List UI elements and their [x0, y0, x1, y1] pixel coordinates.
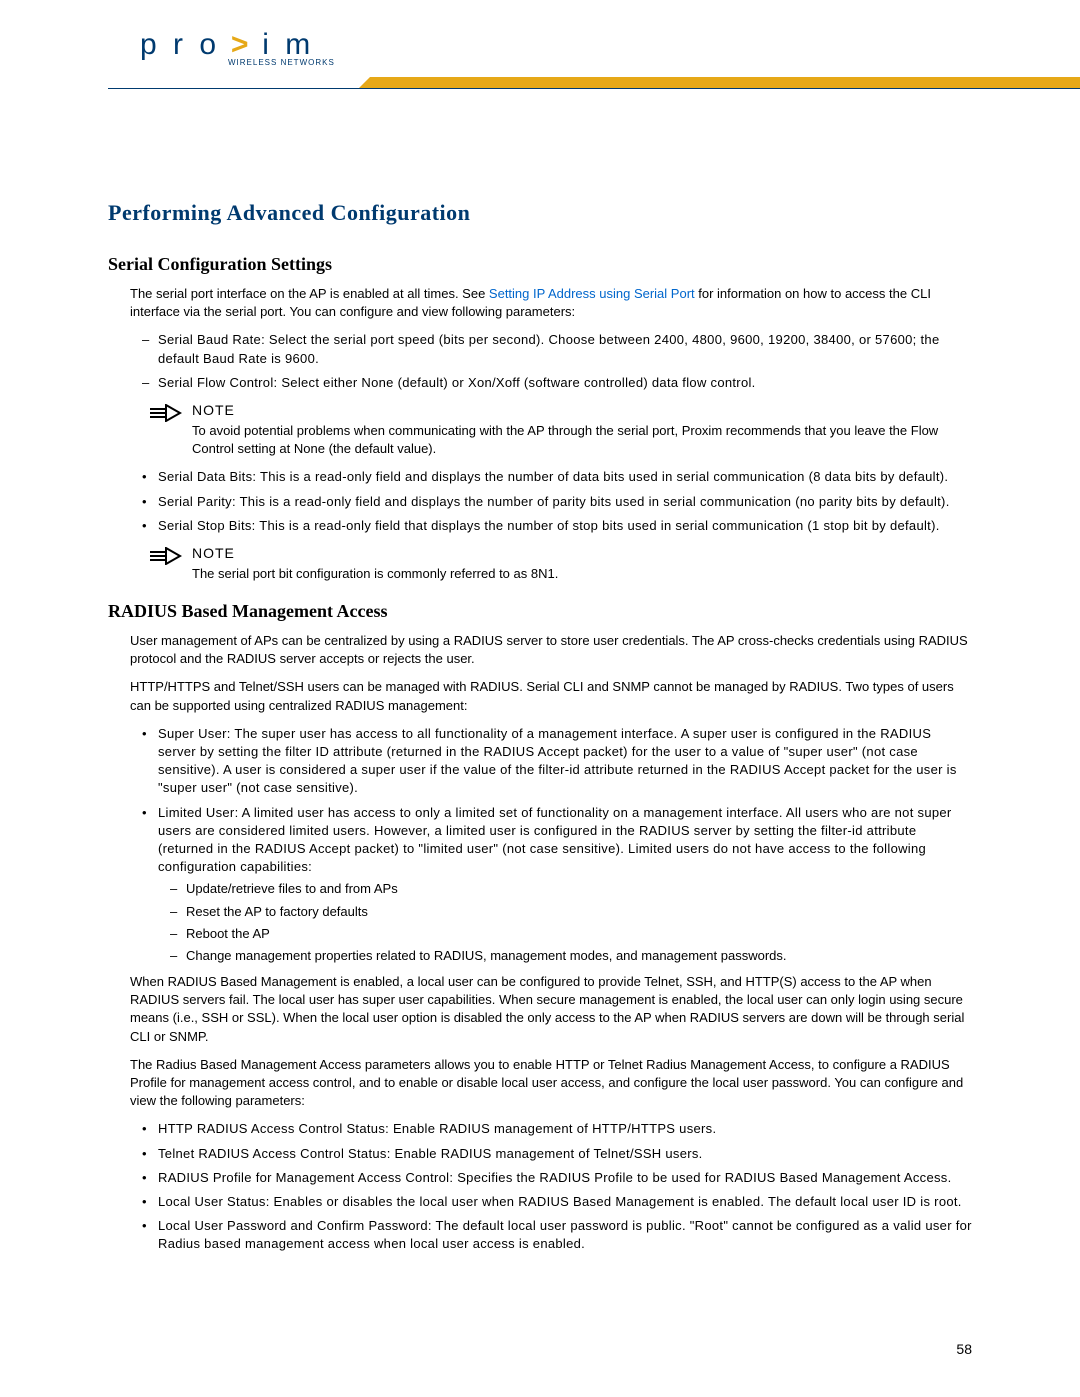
serial-heading: Serial Configuration Settings [108, 254, 972, 275]
serial-intro: The serial port interface on the AP is e… [130, 285, 972, 321]
note-text: To avoid potential problems when communi… [192, 422, 972, 458]
limited-user-restrictions: Update/retrieve files to and from APs Re… [158, 880, 972, 965]
note-label: NOTE [192, 402, 972, 418]
serial-dash-list: Serial Baud Rate: Select the serial port… [130, 331, 972, 392]
list-item: Local User Status: Enables or disables t… [130, 1193, 972, 1211]
radius-p1: User management of APs can be centralize… [130, 632, 972, 668]
note-block: NOTE The serial port bit configuration i… [148, 545, 972, 583]
note-text: The serial port bit configuration is com… [192, 565, 972, 583]
note-arrow-icon [148, 404, 182, 427]
list-item: Limited User: A limited user has access … [130, 804, 972, 966]
list-item: Update/retrieve files to and from APs [158, 880, 972, 898]
list-item: Serial Parity: This is a read-only field… [130, 493, 972, 511]
serial-intro-link[interactable]: Setting IP Address using Serial Port [489, 286, 695, 301]
list-item: RADIUS Profile for Management Access Con… [130, 1169, 972, 1187]
list-item: Telnet RADIUS Access Control Status: Ena… [130, 1145, 972, 1163]
note-label: NOTE [192, 545, 972, 561]
list-item: Serial Flow Control: Select either None … [130, 374, 972, 392]
list-item: Reset the AP to factory defaults [158, 903, 972, 921]
page-title: Performing Advanced Configuration [108, 200, 972, 226]
radius-p4: The Radius Based Management Access param… [130, 1056, 972, 1111]
page-number: 58 [956, 1341, 972, 1357]
radius-p3: When RADIUS Based Management is enabled,… [130, 973, 972, 1046]
list-item: Serial Data Bits: This is a read-only fi… [130, 468, 972, 486]
header-rule [108, 88, 1080, 89]
page-content: Performing Advanced Configuration Serial… [0, 90, 1080, 1254]
list-item: Serial Stop Bits: This is a read-only fi… [130, 517, 972, 535]
radius-heading: RADIUS Based Management Access [108, 601, 972, 622]
note-arrow-icon [148, 547, 182, 570]
radius-p2: HTTP/HTTPS and Telnet/SSH users can be m… [130, 678, 972, 714]
list-item: Reboot the AP [158, 925, 972, 943]
note-block: NOTE To avoid potential problems when co… [148, 402, 972, 458]
brand-logo: p r o > i m WIRELESS NETWORKS [140, 28, 314, 62]
list-item: Serial Baud Rate: Select the serial port… [130, 331, 972, 367]
brand-tagline: WIRELESS NETWORKS [228, 58, 335, 67]
serial-intro-pre: The serial port interface on the AP is e… [130, 286, 489, 301]
serial-bullet-list: Serial Data Bits: This is a read-only fi… [130, 468, 972, 535]
radius-user-types: Super User: The super user has access to… [130, 725, 972, 965]
list-item: Local User Password and Confirm Password… [130, 1217, 972, 1253]
list-item: Super User: The super user has access to… [130, 725, 972, 798]
list-item: HTTP RADIUS Access Control Status: Enabl… [130, 1120, 972, 1138]
list-item: Change management properties related to … [158, 947, 972, 965]
page-header: p r o > i m WIRELESS NETWORKS [0, 0, 1080, 90]
radius-params-list: HTTP RADIUS Access Control Status: Enabl… [130, 1120, 972, 1253]
